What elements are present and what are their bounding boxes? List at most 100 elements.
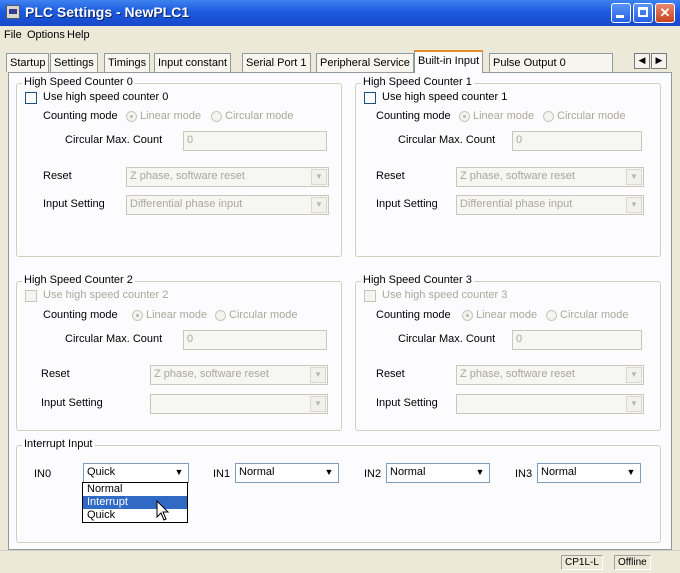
hsc3-enable-checkbox[interactable] xyxy=(364,290,376,302)
hsc1-reset-select[interactable]: Z phase, software reset ▼ xyxy=(456,167,644,187)
hsc2-linear-radio[interactable] xyxy=(132,310,143,321)
dropdown-option-normal[interactable]: Normal xyxy=(83,483,187,496)
hsc1-linear-label: Linear mode xyxy=(473,110,535,122)
in3-value: Normal xyxy=(541,466,577,478)
hsc0-enable-checkbox[interactable] xyxy=(25,92,37,104)
hsc0-reset-value: Z phase, software reset xyxy=(130,170,245,182)
chevron-down-icon[interactable]: ▼ xyxy=(626,396,642,412)
arrow-right-icon[interactable]: ▶ xyxy=(651,53,667,69)
hsc1-linear-radio[interactable] xyxy=(459,111,470,122)
hsc0-reset-select[interactable]: Z phase, software reset ▼ xyxy=(126,167,329,187)
tab-peripheral-service[interactable]: Peripheral Service xyxy=(316,53,414,72)
in0-label: IN0 xyxy=(34,468,52,480)
minimize-icon[interactable] xyxy=(611,3,631,23)
hsc0-group: High Speed Counter 0 Use high speed coun… xyxy=(16,76,342,257)
in0-dropdown-list: Normal Interrupt Quick xyxy=(82,482,188,523)
tab-pulse-output-0[interactable]: Pulse Output 0 xyxy=(489,53,613,72)
status-bar: CP1L-L Offline xyxy=(0,550,680,573)
hsc2-title: High Speed Counter 2 xyxy=(22,274,135,286)
in1-value: Normal xyxy=(239,466,275,478)
plc-settings-window: PLC Settings - NewPLC1 ✕ File Options He… xyxy=(0,0,680,573)
dropdown-option-interrupt[interactable]: Interrupt xyxy=(83,496,187,509)
chevron-down-icon[interactable]: ▼ xyxy=(311,169,327,185)
hsc1-circular-radio[interactable] xyxy=(543,111,554,122)
hsc2-enable-label: Use high speed counter 2 xyxy=(43,289,169,301)
hsc2-reset-value: Z phase, software reset xyxy=(154,368,269,380)
hsc0-max-label: Circular Max. Count xyxy=(65,134,163,146)
hsc0-circular-label: Circular mode xyxy=(225,110,294,122)
hsc3-linear-radio[interactable] xyxy=(462,310,473,321)
in3-select[interactable]: Normal ▼ xyxy=(537,463,641,483)
hsc1-reset-value: Z phase, software reset xyxy=(460,170,575,182)
chevron-down-icon[interactable]: ▼ xyxy=(321,465,337,481)
in2-value: Normal xyxy=(390,466,426,478)
menu-file[interactable]: File xyxy=(4,29,22,41)
close-icon[interactable]: ✕ xyxy=(655,3,675,23)
arrow-left-icon[interactable]: ◀ xyxy=(634,53,650,69)
chevron-down-icon[interactable]: ▼ xyxy=(310,367,326,383)
menu-help[interactable]: Help xyxy=(67,29,90,41)
hsc1-title: High Speed Counter 1 xyxy=(361,76,474,88)
hsc2-circular-radio[interactable] xyxy=(215,310,226,321)
hsc1-mode-label: Counting mode xyxy=(376,110,451,122)
hsc3-max-count-field[interactable]: 0 xyxy=(512,330,642,350)
chevron-down-icon[interactable]: ▼ xyxy=(626,367,642,383)
chevron-down-icon[interactable]: ▼ xyxy=(310,396,326,412)
interrupt-input-title: Interrupt Input xyxy=(22,438,95,450)
in0-select[interactable]: Quick ▼ xyxy=(83,463,189,483)
menu-options[interactable]: Options xyxy=(27,29,65,41)
hsc2-max-count-field[interactable]: 0 xyxy=(183,330,327,350)
tab-built-in-input[interactable]: Built-in Input xyxy=(414,50,484,73)
in1-select[interactable]: Normal ▼ xyxy=(235,463,339,483)
hsc1-group: High Speed Counter 1 Use high speed coun… xyxy=(355,76,661,257)
hsc2-reset-select[interactable]: Z phase, software reset ▼ xyxy=(150,365,328,385)
hsc0-linear-radio[interactable] xyxy=(126,111,137,122)
tab-input-constant[interactable]: Input constant xyxy=(154,53,232,72)
plc-app-icon xyxy=(6,5,20,19)
in3-label: IN3 xyxy=(515,468,533,480)
hsc2-enable-checkbox[interactable] xyxy=(25,290,37,302)
hsc1-enable-checkbox[interactable] xyxy=(364,92,376,104)
in2-select[interactable]: Normal ▼ xyxy=(386,463,490,483)
hsc0-circular-radio[interactable] xyxy=(211,111,222,122)
hsc0-max-count-field[interactable]: 0 xyxy=(183,131,327,151)
title-bar[interactable]: PLC Settings - NewPLC1 ✕ xyxy=(0,0,680,26)
hsc3-reset-select[interactable]: Z phase, software reset ▼ xyxy=(456,365,644,385)
menu-bar: File Options Help xyxy=(0,26,680,45)
chevron-down-icon[interactable]: ▼ xyxy=(623,465,639,481)
hsc2-input-select[interactable]: ▼ xyxy=(150,394,328,414)
tab-serial-port-1[interactable]: Serial Port 1 xyxy=(242,53,311,72)
hsc0-input-select[interactable]: Differential phase input ▼ xyxy=(126,195,329,215)
dropdown-option-quick[interactable]: Quick xyxy=(83,509,187,522)
hsc3-circular-radio[interactable] xyxy=(546,310,557,321)
in1-label: IN1 xyxy=(213,468,231,480)
hsc0-reset-label: Reset xyxy=(43,170,72,182)
hsc1-input-select[interactable]: Differential phase input ▼ xyxy=(456,195,644,215)
hsc0-enable-label: Use high speed counter 0 xyxy=(43,91,169,103)
window-title: PLC Settings - NewPLC1 xyxy=(25,4,190,20)
hsc1-input-label: Input Setting xyxy=(376,198,438,210)
hsc1-max-count-field[interactable]: 0 xyxy=(512,131,642,151)
chevron-down-icon[interactable]: ▼ xyxy=(626,169,642,185)
chevron-down-icon[interactable]: ▼ xyxy=(311,197,327,213)
hsc3-title: High Speed Counter 3 xyxy=(361,274,474,286)
hsc0-input-label: Input Setting xyxy=(43,198,105,210)
maximize-icon[interactable] xyxy=(633,3,653,23)
tab-settings[interactable]: Settings xyxy=(50,53,98,72)
tab-startup[interactable]: Startup xyxy=(6,53,50,72)
tab-timings[interactable]: Timings xyxy=(104,53,151,72)
status-model: CP1L-L xyxy=(561,555,603,570)
hsc3-linear-label: Linear mode xyxy=(476,309,538,321)
hsc1-max-label: Circular Max. Count xyxy=(398,134,496,146)
hsc3-reset-label: Reset xyxy=(376,368,405,380)
in0-value: Quick xyxy=(87,466,116,478)
hsc2-group: High Speed Counter 2 Use high speed coun… xyxy=(16,274,342,431)
hsc3-mode-label: Counting mode xyxy=(376,309,451,321)
chevron-down-icon[interactable]: ▼ xyxy=(626,197,642,213)
hsc3-input-select[interactable]: ▼ xyxy=(456,394,644,414)
hsc0-input-value: Differential phase input xyxy=(130,198,243,210)
hsc1-reset-label: Reset xyxy=(376,170,405,182)
chevron-down-icon[interactable]: ▼ xyxy=(171,465,187,481)
chevron-down-icon[interactable]: ▼ xyxy=(472,465,488,481)
status-connection: Offline xyxy=(614,555,651,570)
